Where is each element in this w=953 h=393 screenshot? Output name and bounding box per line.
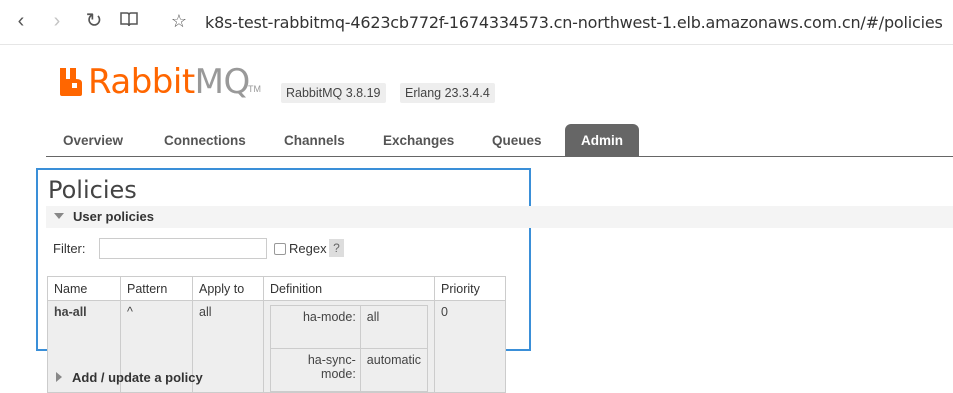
help-icon[interactable]: ? <box>329 239 344 257</box>
tab-admin[interactable]: Admin <box>565 124 639 156</box>
page-title: Policies <box>48 176 137 204</box>
tab-overview[interactable]: Overview <box>63 124 123 156</box>
column-header-definition: Definition <box>263 276 435 301</box>
tab-connections[interactable]: Connections <box>164 124 246 156</box>
filter-input[interactable] <box>99 238 267 259</box>
reading-view-icon[interactable] <box>118 10 140 32</box>
add-section-label: Add / update a policy <box>72 370 203 385</box>
filter-label: Filter: <box>53 241 86 256</box>
collapse-triangle-icon <box>54 213 64 219</box>
address-bar[interactable]: k8s-test-rabbitmq-4623cb772f-1674334573.… <box>205 13 943 32</box>
logo-wordmark: RabbitMQ <box>88 62 250 102</box>
column-header-apply-to: Apply to <box>192 276 264 301</box>
definition-item: ha-mode: all <box>270 305 429 349</box>
column-header-priority: Priority <box>434 276 506 301</box>
rabbitmq-version-badge: RabbitMQ 3.8.19 <box>281 83 386 103</box>
definition-item: ha-sync-mode: automatic <box>270 348 429 392</box>
user-policies-section-toggle[interactable]: User policies <box>46 206 953 228</box>
tab-channels[interactable]: Channels <box>284 124 345 156</box>
main-nav-tabs: Overview Connections Channels Exchanges … <box>46 124 953 157</box>
table-header-row: Name Pattern Apply to Definition Priorit… <box>47 276 506 301</box>
definition-value: automatic <box>359 348 429 392</box>
tab-queues[interactable]: Queues <box>492 124 542 156</box>
definition-value: all <box>359 305 429 349</box>
expand-triangle-icon <box>56 372 62 382</box>
regex-checkbox[interactable] <box>274 243 286 255</box>
add-update-policy-section-toggle[interactable]: Add / update a policy <box>56 370 203 385</box>
regex-label: Regex <box>289 241 327 256</box>
reload-icon[interactable]: ↻ <box>83 10 105 32</box>
back-icon[interactable]: ‹ <box>10 10 32 32</box>
tab-exchanges[interactable]: Exchanges <box>383 124 454 156</box>
definition-key: ha-sync-mode: <box>270 348 361 392</box>
column-header-pattern: Pattern <box>120 276 193 301</box>
rabbitmq-logo-icon <box>60 68 82 96</box>
column-header-name: Name <box>47 276 121 301</box>
erlang-version-badge: Erlang 23.3.4.4 <box>400 83 495 103</box>
trademark-mark: TM <box>248 84 261 94</box>
definition-key: ha-mode: <box>270 305 361 349</box>
section-label: User policies <box>73 209 154 224</box>
browser-toolbar: ‹ › ↻ ☆ k8s-test-rabbitmq-4623cb772f-167… <box>0 0 953 45</box>
favorite-star-icon[interactable]: ☆ <box>168 10 190 32</box>
forward-icon[interactable]: › <box>46 10 68 32</box>
